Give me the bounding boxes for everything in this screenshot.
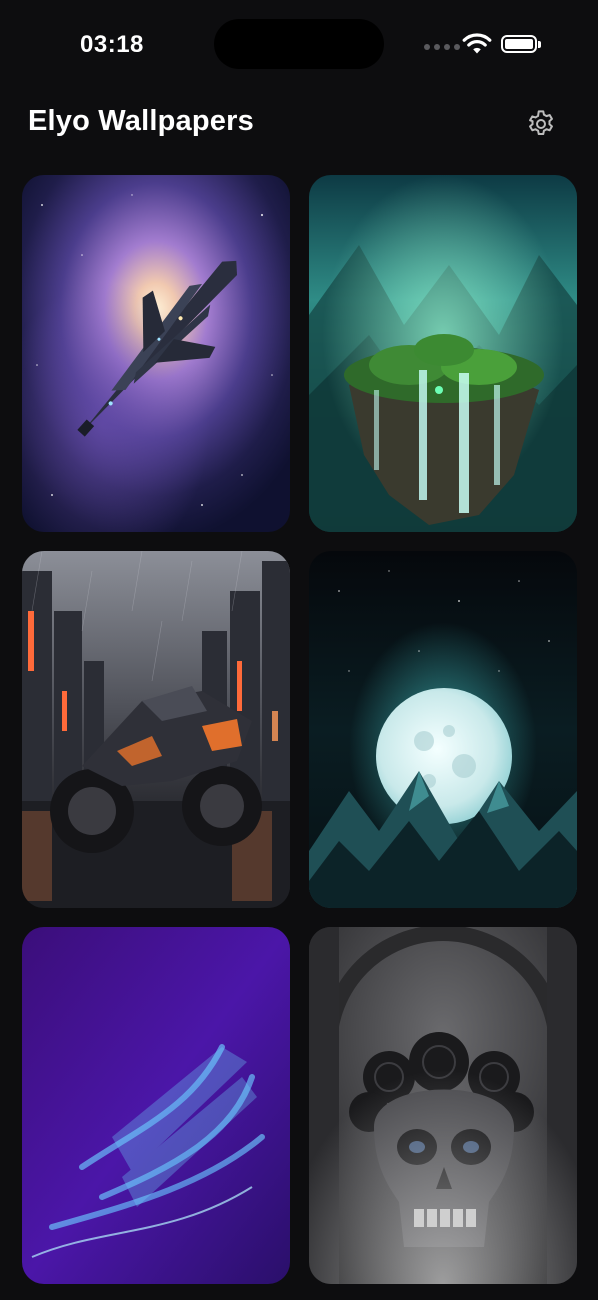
wifi-icon — [462, 33, 492, 54]
app-header: Elyo Wallpapers — [0, 95, 598, 155]
floating-island-image — [309, 175, 577, 532]
cellular-dots-icon — [424, 44, 460, 50]
wallpaper-card-floating-island-waterfall[interactable] — [309, 175, 577, 532]
page-title: Elyo Wallpapers — [28, 105, 254, 137]
status-time: 03:18 — [80, 31, 144, 58]
wallpaper-card-rose-crowned-skull[interactable] — [309, 927, 577, 1284]
wallpaper-card-moon-over-mountains[interactable] — [309, 551, 577, 908]
app-screen: 03:18 Elyo Wallpapers — [0, 0, 598, 1300]
dynamic-island — [214, 19, 384, 69]
wallpaper-card-glass-ribbon-abstract[interactable] — [22, 927, 290, 1284]
moon-mountains-image — [309, 551, 577, 908]
battery-icon — [501, 35, 541, 53]
status-bar: 03:18 — [0, 0, 598, 90]
wallpaper-card-motorcycle-rainy-city[interactable] — [22, 551, 290, 908]
settings-button[interactable] — [522, 105, 560, 143]
gear-icon — [529, 110, 553, 135]
spaceship-nebula-image — [22, 175, 290, 532]
rose-skull-image — [309, 927, 577, 1284]
glass-ribbon-image — [22, 927, 290, 1284]
motorcycle-city-image — [22, 551, 290, 908]
wallpaper-grid — [22, 175, 577, 1284]
wallpaper-card-spaceship-nebula[interactable] — [22, 175, 290, 532]
